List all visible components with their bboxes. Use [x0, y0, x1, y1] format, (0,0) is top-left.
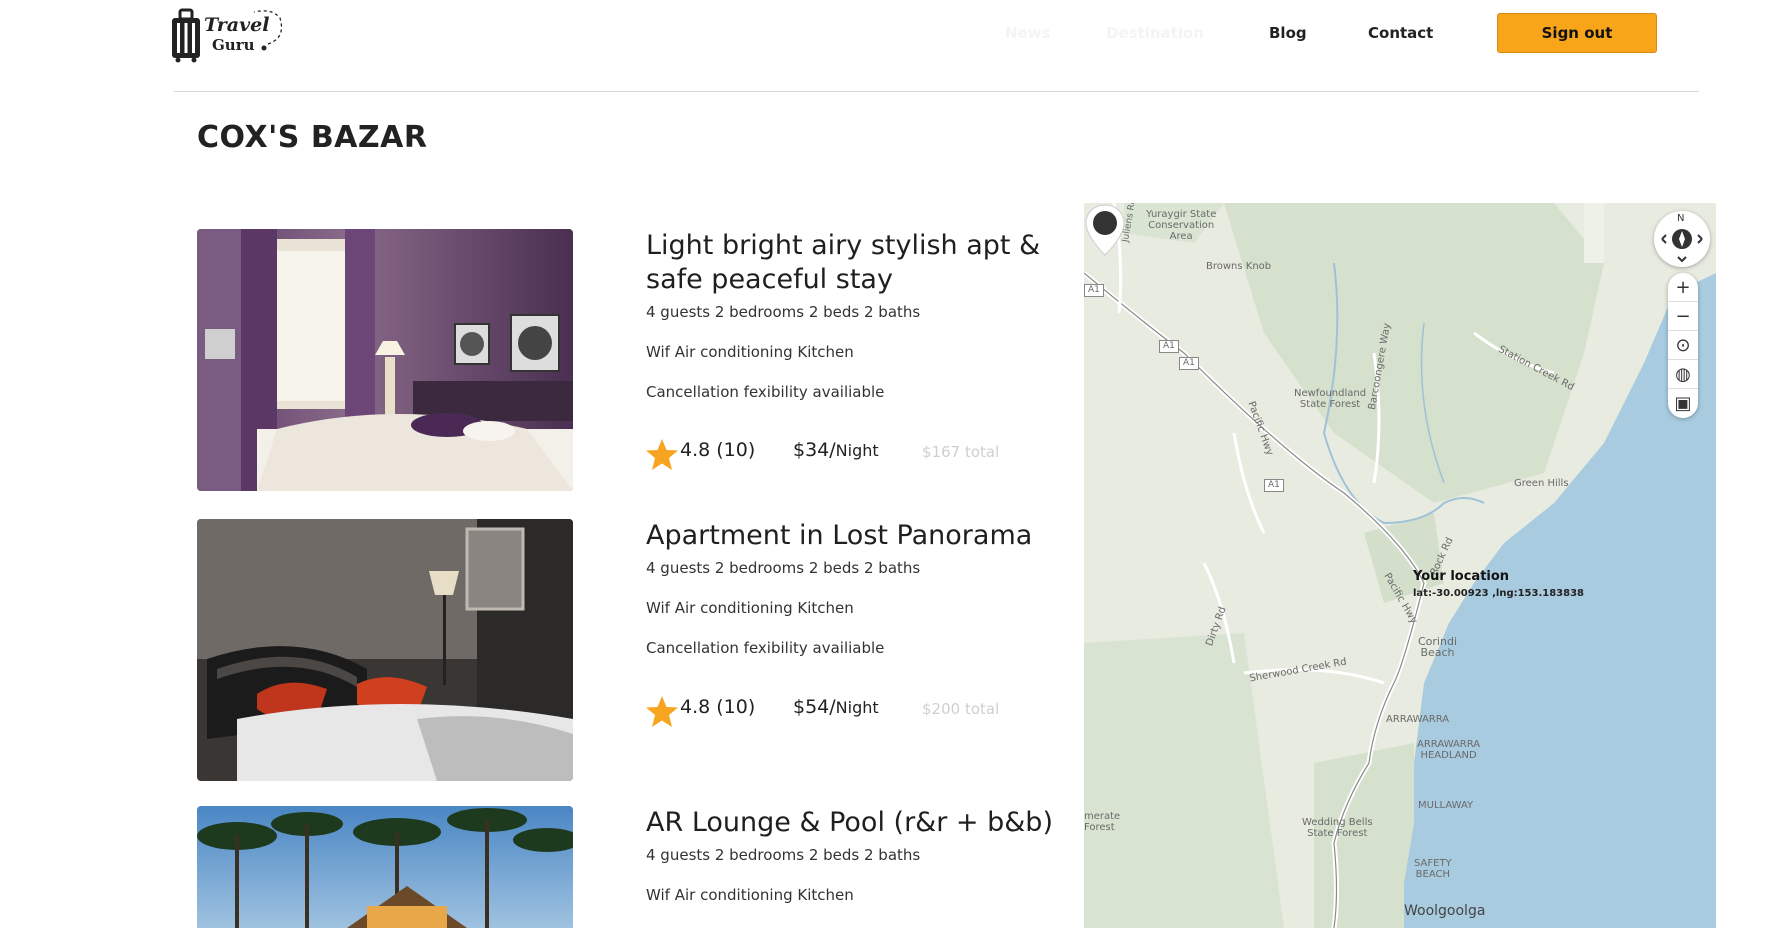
listing-title[interactable]: Apartment in Lost Panorama	[646, 519, 1066, 553]
map-label-woolgoolga: Woolgoolga	[1404, 903, 1486, 919]
travel-guru-logo[interactable]: Travel Guru	[168, 4, 298, 64]
listing-cancellation: Cancellation fexibility availiable	[646, 383, 885, 401]
map-label-arrawarra-headland: ARRAWARRA HEADLAND	[1417, 739, 1481, 761]
listing-rating: 4.8 (10)	[680, 696, 756, 718]
header-divider	[174, 91, 1699, 92]
compass-control[interactable]: N	[1654, 211, 1710, 267]
compass-icon	[1661, 229, 1703, 263]
traffic-icon[interactable]: ▣	[1668, 389, 1698, 418]
price-unit: Night	[835, 698, 879, 717]
listing-total: $167 total	[922, 443, 1000, 461]
zoom-out-icon[interactable]: −	[1668, 302, 1698, 331]
pin-title: Your location	[1413, 569, 1510, 584]
map-view[interactable]: Yuraygir State Conservation Area Browns …	[1084, 203, 1716, 928]
logo-text-travel: Travel	[204, 14, 270, 36]
listing-info: Light bright airy stylish apt & safe pea…	[646, 229, 1066, 411]
listing-details: 4 guests 2 bedrooms 2 beds 2 baths	[646, 303, 921, 321]
map-controls: + − ⊙ ◍ ▣	[1668, 273, 1698, 418]
listing-meta: 4.8 (10) $54/Night $200 total	[646, 692, 1066, 732]
map-label-newfoundland: Newfoundland State Forest	[1294, 388, 1367, 410]
map-label-forest-edge: merate Forest	[1084, 811, 1121, 833]
star-icon	[646, 439, 678, 470]
map-label-wedding-bells: Wedding Bells State Forest	[1302, 817, 1373, 839]
listing-price: $54/Night	[793, 696, 879, 718]
listing-meta: 4.8 (10) $34/Night $167 total	[646, 435, 1066, 475]
price-unit: Night	[835, 441, 879, 460]
nav-contact[interactable]: Contact	[1368, 24, 1433, 42]
map-label-a1: A1	[1179, 357, 1199, 370]
header: Travel Guru News Destination Blog Contac…	[0, 0, 1790, 92]
listing-photo-bedroom-purple[interactable]	[197, 229, 573, 491]
pin-coords: lat:-30.00923 ,lng:153.183838	[1413, 588, 1585, 599]
zoom-in-icon[interactable]: +	[1668, 273, 1698, 302]
map-label-a1: A1	[1084, 284, 1104, 297]
map-label-mullaway: MULLAWAY	[1418, 800, 1474, 811]
logo-text-guru: Guru	[212, 36, 255, 54]
nav-news[interactable]: News	[1005, 24, 1051, 42]
map-label-a1: A1	[1264, 479, 1284, 492]
listing-cancellation: Cancellation fexibility availiable	[646, 639, 885, 657]
price-amount: $54/	[793, 696, 836, 718]
sign-out-button[interactable]: Sign out	[1497, 13, 1657, 53]
nav-destination[interactable]: Destination	[1106, 24, 1204, 42]
star-icon	[646, 696, 678, 727]
listing-info: Apartment in Lost Panorama 4 guests 2 be…	[646, 519, 1066, 667]
map-tiles	[1084, 203, 1716, 928]
listing-amenities: Wif Air conditioning Kitchen	[646, 599, 854, 617]
listing-amenities: Wif Air conditioning Kitchen	[646, 886, 854, 904]
listing-title[interactable]: Light bright airy stylish apt & safe pea…	[646, 229, 1066, 297]
listing-details: 4 guests 2 bedrooms 2 beds 2 baths	[646, 846, 921, 864]
location-pin-icon[interactable]	[1084, 203, 1126, 257]
map-label-yuraygir: Yuraygir State Conservation Area	[1146, 209, 1217, 242]
price-amount: $34/	[793, 439, 836, 461]
map-label-corindi: Corindi Beach	[1418, 635, 1457, 659]
listing-title[interactable]: AR Lounge & Pool (r&r + b&b)	[646, 806, 1066, 840]
map-label-safety-beach: SAFETY BEACH	[1414, 858, 1452, 880]
listing-price: $34/Night	[793, 439, 879, 461]
listing-photo-lounge-palms[interactable]	[197, 806, 573, 928]
map-label-green-hills: Green Hills	[1514, 478, 1569, 489]
nav-blog[interactable]: Blog	[1269, 24, 1307, 42]
map-label-arrawarra: ARRAWARRA	[1386, 714, 1450, 725]
listing-photo-bedroom-dark[interactable]	[197, 519, 573, 781]
page-title: COX'S BAZAR	[197, 120, 428, 155]
listing-details: 4 guests 2 bedrooms 2 beds 2 baths	[646, 559, 921, 577]
locate-icon[interactable]: ⊙	[1668, 331, 1698, 360]
listing-total: $200 total	[922, 700, 1000, 718]
map-label-a1: A1	[1159, 340, 1179, 353]
listing-rating: 4.8 (10)	[680, 439, 756, 461]
listing-info: AR Lounge & Pool (r&r + b&b) 4 guests 2 …	[646, 806, 1066, 914]
map-label-browns-knob: Browns Knob	[1206, 261, 1272, 272]
globe-icon[interactable]: ◍	[1668, 360, 1698, 389]
listing-amenities: Wif Air conditioning Kitchen	[646, 343, 854, 361]
